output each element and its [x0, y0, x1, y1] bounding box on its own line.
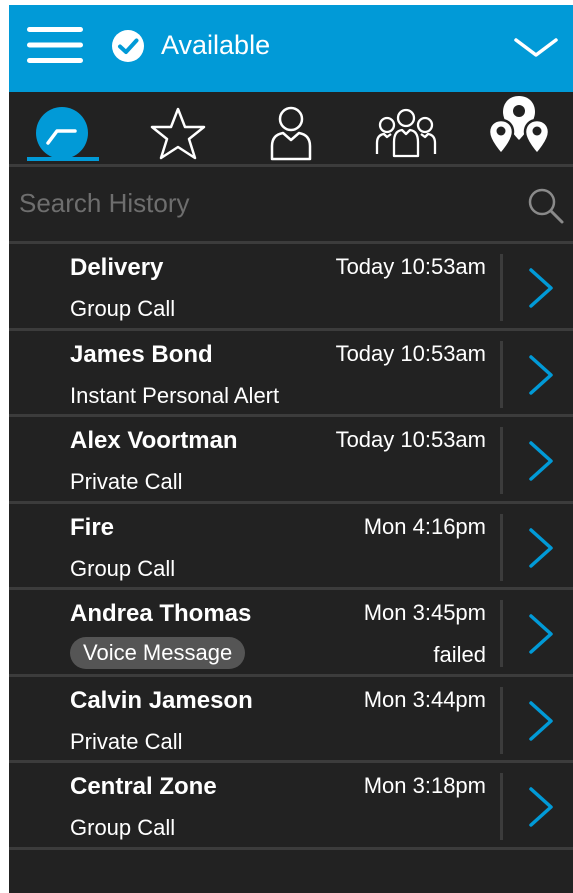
call-type: Group Call [70, 815, 176, 840]
call-type: Private Call [70, 728, 183, 754]
timestamp: Today 10:53am [335, 254, 486, 279]
chevron-right-icon[interactable] [526, 267, 556, 309]
chevron-right-icon[interactable] [526, 354, 556, 396]
chevron-down-icon[interactable] [513, 35, 559, 61]
check-circle-icon [112, 30, 144, 62]
availability-status[interactable]: Available [161, 27, 270, 63]
search-bar [9, 167, 573, 241]
chevron-right-icon[interactable] [526, 527, 556, 569]
timestamp: Today 10:53am [335, 427, 486, 452]
tab-history[interactable] [23, 92, 107, 164]
call-type: Instant Personal Alert [70, 382, 280, 408]
row-divider [500, 340, 503, 408]
tab-groups[interactable] [364, 92, 448, 164]
contact-name: Delivery [70, 254, 164, 281]
history-row[interactable]: Central Zone Mon 3:18pm Group Call [9, 763, 573, 850]
timestamp: Mon 3:18pm [363, 773, 486, 798]
call-type: Group Call [70, 296, 176, 321]
row-divider [500, 686, 503, 754]
history-clock-icon [36, 107, 88, 159]
tab-bar [9, 92, 573, 164]
contact-name: James Bond [70, 340, 213, 368]
history-row[interactable]: Andrea Thomas Mon 3:45pm Voice Message fail… [9, 590, 573, 677]
search-input[interactable] [19, 181, 509, 225]
chevron-right-icon[interactable] [526, 613, 556, 655]
contact-name: Alex Voortman [70, 427, 238, 454]
row-divider [500, 773, 503, 840]
row-divider [500, 513, 503, 581]
row-divider [500, 254, 503, 321]
contact-name: Fire [70, 513, 115, 541]
tab-favorites[interactable] [139, 92, 223, 164]
timestamp: Mon 3:44pm [363, 686, 486, 712]
history-row[interactable]: James Bond Today 10:53am Instant Personal … [9, 330, 573, 417]
contact-name: Andrea Thomas [70, 600, 252, 627]
star-icon [150, 107, 206, 160]
contact-name: Calvin Jameson [70, 686, 253, 714]
history-list: Delivery Today 10:53am Group Call James Bon… [9, 244, 573, 850]
call-type: Private Call [70, 469, 183, 494]
status-header: Available [9, 5, 573, 92]
call-type: Group Call [70, 555, 176, 581]
history-row[interactable]: Calvin Jameson Mon 3:44pm Private Call [9, 676, 573, 763]
person-icon [270, 106, 312, 161]
tab-contacts[interactable] [259, 92, 323, 164]
history-row[interactable]: Delivery Today 10:53am Group Call [9, 244, 573, 331]
search-icon[interactable] [527, 187, 565, 225]
contact-name: Central Zone [70, 773, 217, 800]
row-divider [500, 600, 503, 667]
chevron-right-icon[interactable] [526, 786, 556, 828]
map-pins-icon [487, 96, 551, 156]
history-row[interactable]: Alex Voortman Today 10:53am Private Call [9, 417, 573, 504]
active-tab-indicator [27, 157, 99, 161]
chevron-right-icon[interactable] [526, 440, 556, 482]
row-divider [500, 427, 503, 494]
menu-icon[interactable] [27, 25, 83, 65]
delivery-status: failed [433, 642, 486, 667]
voice-message-badge[interactable]: Voice Message [70, 637, 246, 669]
timestamp: Today 10:53am [335, 340, 486, 366]
history-row[interactable]: Fire Mon 4:16pm Group Call [9, 503, 573, 590]
chevron-right-icon[interactable] [526, 700, 556, 742]
app-frame: Available Search History Delivery Today … [9, 5, 573, 893]
group-icon [375, 108, 437, 158]
timestamp: Mon 3:45pm [363, 600, 486, 625]
timestamp: Mon 4:16pm [363, 513, 486, 539]
tab-locations[interactable] [485, 92, 565, 164]
